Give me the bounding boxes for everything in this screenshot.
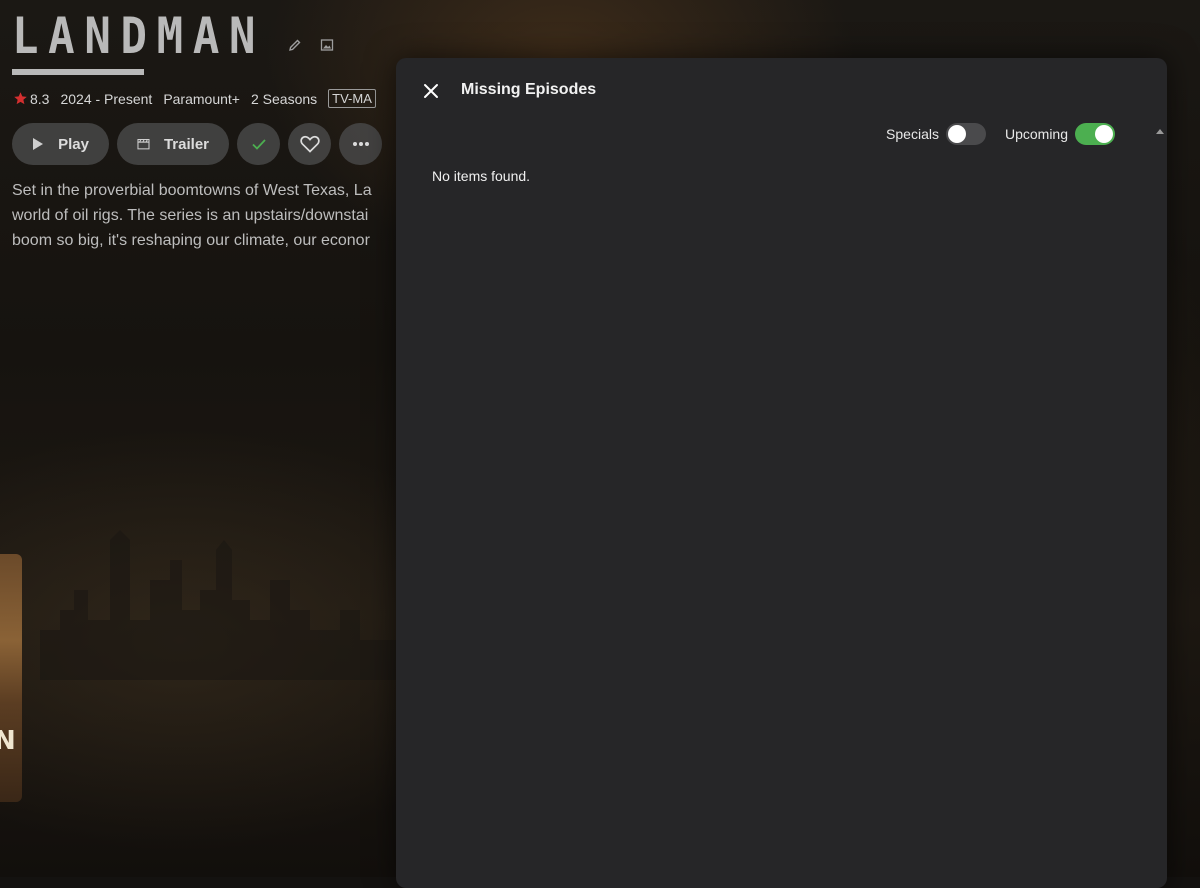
specials-toggle[interactable] [945,123,986,145]
scroll-up-icon[interactable] [1155,126,1165,136]
heart-icon [299,135,320,153]
missing-episodes-dialog: Missing Episodes Specials Upcoming No it… [396,58,1167,888]
close-button[interactable] [420,80,442,102]
year-range: 2024 - Present [60,90,153,107]
season-count: 2 Seasons [250,90,318,107]
trailer-button[interactable]: Trailer [117,123,229,165]
image-icon[interactable] [318,36,336,54]
network: Paramount+ [163,90,240,107]
clapperboard-icon [137,138,150,150]
play-label: Play [58,135,89,153]
poster-thumbnail[interactable]: N [0,554,22,802]
action-bar: Play Trailer [12,123,382,165]
upcoming-toggle[interactable] [1075,123,1115,145]
empty-state-message: No items found. [432,168,531,184]
logo-underline [12,69,144,75]
star-icon [14,92,27,105]
close-icon [424,84,438,98]
play-button[interactable]: Play [12,123,109,165]
skyline-silhouette [40,530,400,680]
mark-watched-button[interactable] [237,123,280,165]
upcoming-label: Upcoming [1004,126,1068,142]
rating: 8.3 [13,91,49,107]
dialog-title: Missing Episodes [461,81,597,98]
series-meta: 8.3 2024 - Present Paramount+ 2 Seasons … [13,89,376,108]
series-logo: LANDMAN [12,7,266,65]
rating-value: 8.3 [30,90,50,107]
overview-line: world of oil rigs. The series is an upst… [12,207,369,224]
toggle-knob [947,125,966,143]
specials-label: Specials [886,126,939,142]
trailer-label: Trailer [163,135,209,153]
series-overview: Set in the proverbial boomtowns of West … [12,178,396,253]
favorite-button[interactable] [288,123,331,165]
overview-line: Set in the proverbial boomtowns of West … [12,182,372,199]
toggle-knob [1095,125,1113,143]
poster-title-fragment: N [0,726,16,756]
play-icon [33,138,44,150]
more-button[interactable] [339,123,382,165]
check-icon [251,139,266,150]
more-icon [352,142,369,146]
filter-toggles: Specials Upcoming [886,123,1115,145]
pencil-icon[interactable] [286,36,304,54]
content-rating-badge: TV-MA [328,89,376,108]
overview-line: boom so big, it's reshaping our climate,… [12,232,370,249]
